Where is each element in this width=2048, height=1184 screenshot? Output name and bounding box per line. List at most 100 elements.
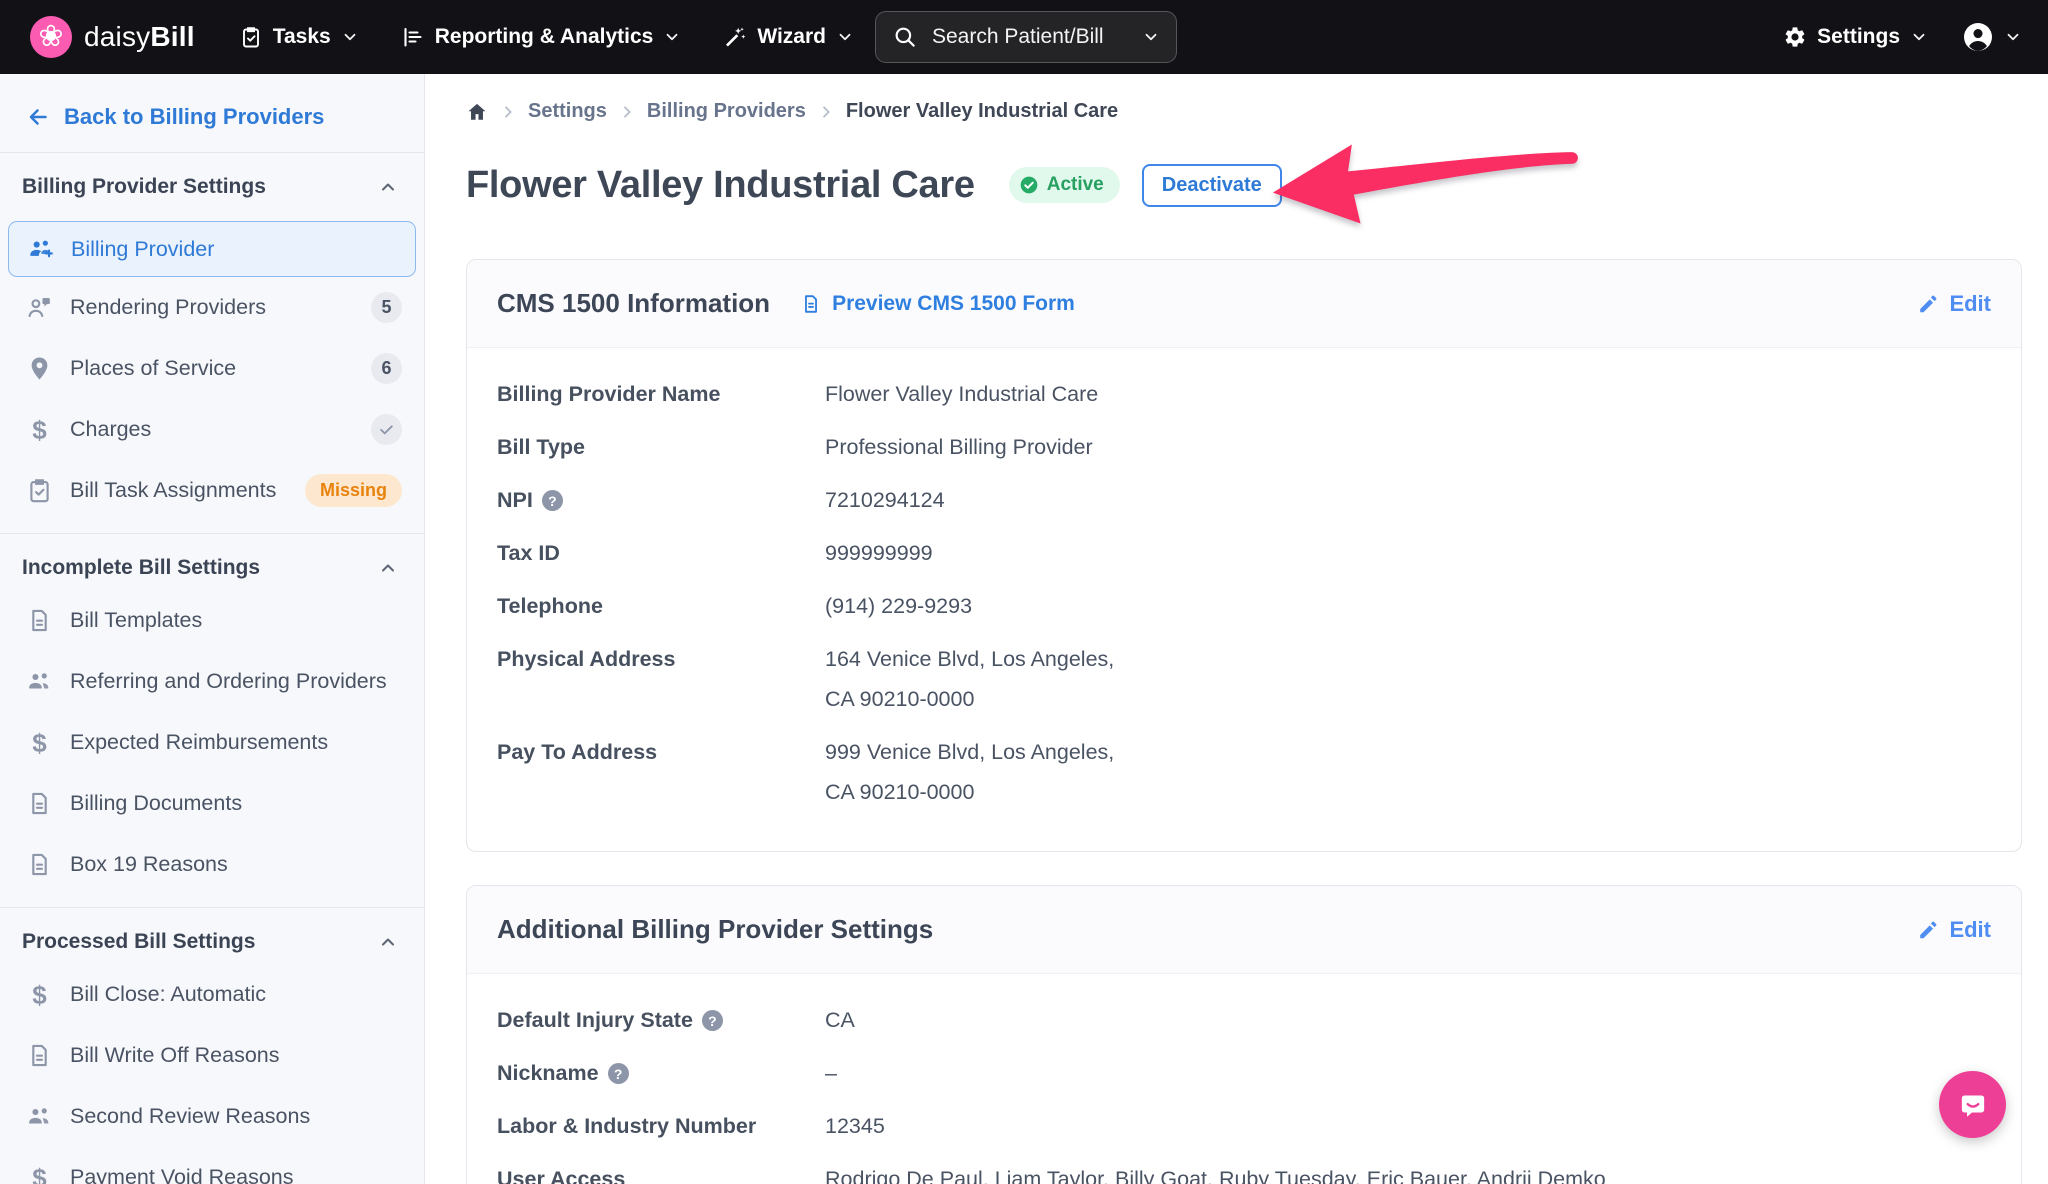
sidebar-item-bill-write-off-reasons[interactable]: Bill Write Off Reasons — [0, 1025, 424, 1086]
main-content: Settings Billing Providers Flower Valley… — [425, 74, 2048, 1184]
field-physical-address: Physical Address 164 Venice Blvd, Los An… — [497, 639, 1991, 719]
document-icon — [26, 607, 53, 634]
nav-tasks-label: Tasks — [273, 25, 331, 49]
preview-cms-1500-form-link[interactable]: Preview CMS 1500 Form — [800, 292, 1075, 316]
field-bill-type: Bill Type Professional Billing Provider — [497, 427, 1991, 467]
nav-settings[interactable]: Settings — [1783, 25, 1928, 49]
dollar-icon: $ — [26, 416, 53, 443]
pencil-icon — [1917, 293, 1939, 315]
sidebar-item-bill-templates[interactable]: Bill Templates — [0, 590, 424, 651]
section-billing-provider-settings: Billing Provider Settings — [0, 153, 424, 209]
sidebar-item-bill-task-assignments[interactable]: Bill Task Assignments Missing — [0, 460, 424, 521]
cms-card-title: CMS 1500 Information — [497, 288, 770, 319]
field-telephone: Telephone (914) 229-9293 — [497, 586, 1991, 626]
search-label: Search Patient/Bill — [932, 25, 1128, 49]
chevron-right-icon — [619, 104, 635, 120]
field-user-access: User Access Rodrigo De Paul, Liam Taylor… — [497, 1159, 1991, 1184]
field-pay-to-address: Pay To Address 999 Venice Blvd, Los Ange… — [497, 732, 1991, 812]
sidebar-item-second-review-reasons[interactable]: Second Review Reasons — [0, 1086, 424, 1147]
dollar-icon: $ — [26, 1164, 53, 1184]
chevron-up-icon[interactable] — [378, 177, 398, 197]
deactivate-button[interactable]: Deactivate — [1142, 164, 1282, 207]
search-patient-bill-input[interactable]: Search Patient/Bill — [875, 11, 1177, 63]
page-title: Flower Valley Industrial Care — [466, 164, 975, 207]
check-circle-icon — [1019, 175, 1039, 195]
brand-logo[interactable]: ❀ daisyBill — [30, 16, 195, 58]
help-icon[interactable]: ? — [608, 1063, 629, 1084]
count-badge: 6 — [371, 353, 402, 384]
additional-edit-link[interactable]: Edit — [1917, 917, 1991, 943]
field-npi: NPI? 7210294124 — [497, 480, 1991, 520]
field-tax-id: Tax ID 999999999 — [497, 533, 1991, 573]
field-billing-provider-name: Billing Provider Name Flower Valley Indu… — [497, 374, 1991, 414]
nav-reporting-label: Reporting & Analytics — [435, 25, 654, 49]
file-text-icon — [800, 293, 822, 315]
chart-icon — [401, 25, 425, 49]
nav-tasks[interactable]: Tasks — [239, 25, 359, 49]
breadcrumb-billing-providers[interactable]: Billing Providers — [647, 100, 806, 123]
pencil-icon — [1917, 919, 1939, 941]
chat-widget-button[interactable] — [1939, 1071, 2006, 1138]
sidebar-item-payment-void-reasons[interactable]: $ Payment Void Reasons — [0, 1147, 424, 1184]
top-navbar: ❀ daisyBill Tasks Reporting & Analytics — [0, 0, 2048, 74]
chat-bubble-icon — [1956, 1088, 1990, 1122]
nav-wizard[interactable]: Wizard — [723, 25, 854, 49]
back-to-billing-providers-link[interactable]: Back to Billing Providers — [0, 74, 424, 152]
arrow-left-icon — [26, 105, 50, 129]
sidebar-item-box-19-reasons[interactable]: Box 19 Reasons — [0, 834, 424, 895]
chevron-up-icon[interactable] — [378, 558, 398, 578]
nav-wizard-label: Wizard — [757, 25, 826, 49]
missing-badge: Missing — [305, 474, 402, 507]
chevron-down-icon[interactable] — [1142, 28, 1160, 46]
user-avatar-icon — [1962, 21, 1994, 53]
additional-card-title: Additional Billing Provider Settings — [497, 914, 933, 945]
clipboard-icon — [239, 25, 263, 49]
breadcrumb-settings[interactable]: Settings — [528, 100, 607, 123]
daisy-logo-icon: ❀ — [30, 16, 72, 58]
sidebar-item-charges[interactable]: $ Charges — [0, 399, 424, 460]
field-labor-industry-number: Labor & Industry Number 12345 — [497, 1106, 1991, 1146]
field-nickname: Nickname? – — [497, 1053, 1991, 1093]
chevron-down-icon — [663, 28, 681, 46]
clipboard-check-icon — [26, 477, 53, 504]
magic-wand-icon — [723, 25, 747, 49]
dollar-icon: $ — [26, 981, 53, 1008]
chevron-right-icon — [818, 104, 834, 120]
sidebar-item-billing-documents[interactable]: Billing Documents — [0, 773, 424, 834]
breadcrumb-current: Flower Valley Industrial Care — [846, 100, 1118, 123]
sidebar-item-billing-provider[interactable]: Billing Provider — [8, 221, 416, 277]
nav-settings-label: Settings — [1817, 25, 1900, 49]
field-default-injury-state: Default Injury State? CA — [497, 1000, 1991, 1040]
cms-edit-link[interactable]: Edit — [1917, 291, 1991, 317]
brand-name: daisyBill — [84, 21, 195, 53]
sidebar-item-expected-reimbursements[interactable]: $ Expected Reimbursements — [0, 712, 424, 773]
dollar-icon: $ — [26, 729, 53, 756]
settings-sidebar: Back to Billing Providers Billing Provid… — [0, 74, 425, 1184]
chevron-down-icon — [836, 28, 854, 46]
additional-settings-card: Additional Billing Provider Settings Edi… — [466, 885, 2022, 1184]
help-icon[interactable]: ? — [702, 1010, 723, 1031]
users-icon — [26, 1103, 53, 1130]
sidebar-item-bill-close-automatic[interactable]: $ Bill Close: Automatic — [0, 964, 424, 1025]
section-incomplete-bill-settings: Incomplete Bill Settings — [0, 534, 424, 590]
sidebar-item-rendering-providers[interactable]: Rendering Providers 5 — [0, 277, 424, 338]
document-icon — [26, 851, 53, 878]
users-icon — [26, 668, 53, 695]
document-icon — [26, 790, 53, 817]
chevron-up-icon[interactable] — [378, 932, 398, 952]
map-pin-icon — [26, 355, 53, 382]
chevron-down-icon — [341, 28, 359, 46]
search-icon — [892, 24, 918, 50]
sidebar-item-places-of-service[interactable]: Places of Service 6 — [0, 338, 424, 399]
home-icon[interactable] — [466, 101, 488, 123]
sidebar-item-referring-ordering-providers[interactable]: Referring and Ordering Providers — [0, 651, 424, 712]
nav-reporting-analytics[interactable]: Reporting & Analytics — [401, 25, 682, 49]
status-badge: Active — [1009, 167, 1120, 203]
check-icon — [378, 421, 395, 438]
help-icon[interactable]: ? — [542, 490, 563, 511]
person-chat-icon — [26, 294, 53, 321]
chevron-right-icon — [500, 104, 516, 120]
document-icon — [26, 1042, 53, 1069]
breadcrumb: Settings Billing Providers Flower Valley… — [466, 100, 2022, 123]
nav-account-menu[interactable] — [1962, 21, 2022, 53]
